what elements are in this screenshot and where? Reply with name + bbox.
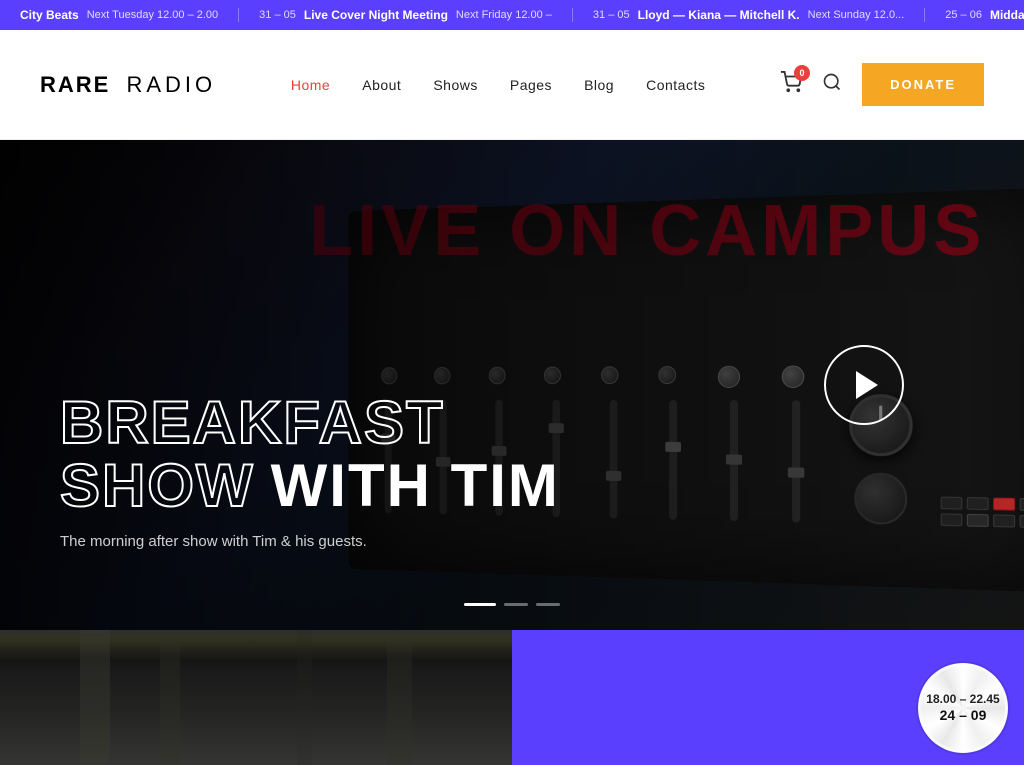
search-icon[interactable]: [822, 72, 842, 97]
ticker-time: Next Friday 12.00 –: [456, 9, 552, 21]
ticker-bar: City Beats Next Tuesday 12.00 – 2.00 31 …: [0, 0, 1024, 30]
nav-about[interactable]: About: [362, 77, 401, 93]
hero-title-show: SHOW: [60, 454, 255, 517]
nav-shows[interactable]: Shows: [433, 77, 478, 93]
badge-date: 24 – 09: [940, 707, 987, 724]
ceiling-lights: [0, 630, 512, 660]
main-nav: Home About Shows Pages Blog Contacts: [291, 77, 705, 93]
slider-dot-2[interactable]: [504, 603, 528, 606]
ticker-date: 31 – 05: [259, 9, 296, 21]
cart-badge: 0: [794, 65, 810, 81]
logo-radio: RADIO: [126, 72, 216, 98]
donate-button[interactable]: DONATE: [862, 63, 984, 106]
cart-icon[interactable]: 0: [780, 71, 802, 99]
ticker-item: 25 – 06 Midday: [925, 8, 1024, 22]
ticker-content: City Beats Next Tuesday 12.00 – 2.00 31 …: [0, 8, 1024, 22]
header: RARE RADIO Home About Shows Pages Blog C…: [0, 30, 1024, 140]
hero-subtitle: The morning after show with Tim & his gu…: [60, 533, 560, 550]
ticker-time: Next Sunday 12.0...: [808, 9, 905, 21]
logo-rare: RARE: [40, 72, 110, 98]
slider-dot-1[interactable]: [464, 603, 496, 606]
ticker-date: 25 – 06: [945, 9, 982, 21]
ticker-show: City Beats: [20, 8, 79, 22]
ticker-time: Next Tuesday 12.00 – 2.00: [87, 9, 218, 21]
hero-title-with-tim: WITH TIM: [271, 454, 560, 517]
header-actions: 0 DONATE: [780, 63, 984, 106]
hero-title-line1: BREAKFAST: [60, 391, 560, 454]
play-button[interactable]: [824, 345, 904, 425]
ticker-show: Lloyd — Kiana — Mitchell K.: [638, 8, 800, 22]
nav-contacts[interactable]: Contacts: [646, 77, 705, 93]
hero-section: LIVE ON CAMPUS BREAKFAST SHOW WITH TIM T…: [0, 140, 1024, 630]
event-badge: 18.00 – 22.45 24 – 09: [918, 663, 1008, 753]
hero-content: BREAKFAST SHOW WITH TIM The morning afte…: [60, 391, 560, 550]
ticker-item: City Beats Next Tuesday 12.00 – 2.00: [0, 8, 239, 22]
nav-pages[interactable]: Pages: [510, 77, 552, 93]
ticker-date: 31 – 05: [593, 9, 630, 21]
nav-home[interactable]: Home: [291, 77, 330, 93]
slider-dot-3[interactable]: [536, 603, 560, 606]
logo[interactable]: RARE RADIO: [40, 72, 216, 98]
nav-blog[interactable]: Blog: [584, 77, 614, 93]
slider-dots: [464, 603, 560, 606]
ticker-show: Live Cover Night Meeting: [304, 8, 448, 22]
ticker-show: Midday: [990, 8, 1024, 22]
ticker-item: 31 – 05 Live Cover Night Meeting Next Fr…: [239, 8, 573, 22]
ticker-item: 31 – 05 Lloyd — Kiana — Mitchell K. Next…: [573, 8, 925, 22]
badge-time: 18.00 – 22.45: [926, 692, 999, 706]
